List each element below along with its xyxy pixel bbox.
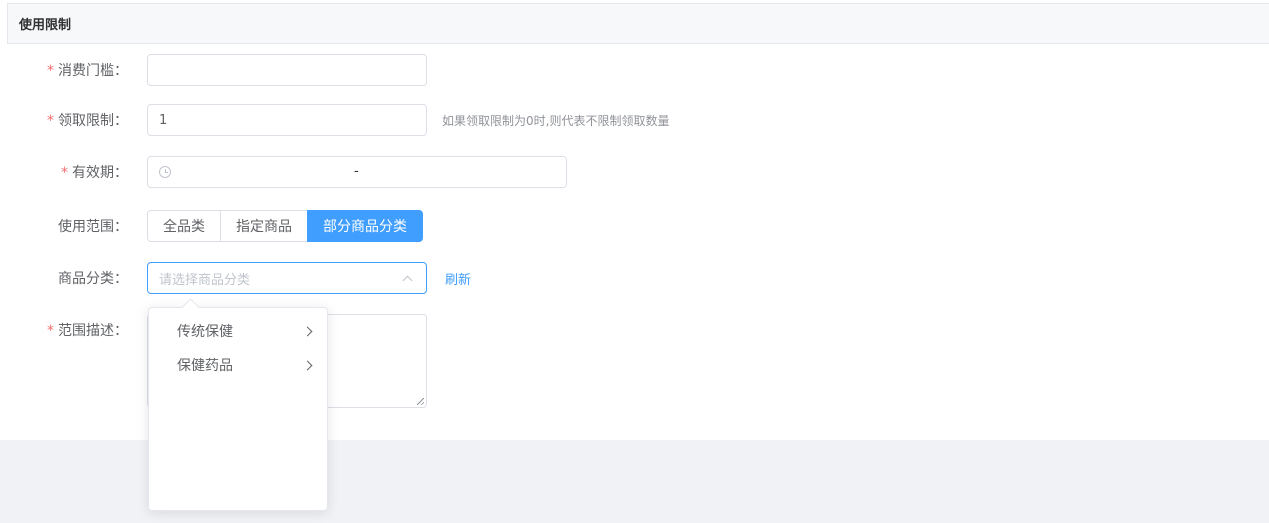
category-label: 商品分类： (58, 271, 128, 287)
scope-row: 使用范围： 全品类 指定商品 部分商品分类 (0, 210, 423, 242)
refresh-link[interactable]: 刷新 (445, 269, 471, 288)
scope-option-products[interactable]: 指定商品 (220, 210, 308, 242)
required-mark: * (47, 113, 54, 129)
scope-label: 使用范围： (58, 219, 128, 235)
claim-limit-row: * 领取限制： 1 如果领取限制为0时,则代表不限制领取数量 (0, 104, 669, 136)
category-placeholder: 请选择商品分类 (159, 272, 251, 288)
claim-limit-label: * 领取限制： (47, 113, 128, 129)
scope-desc-row: * 范围描述： (0, 314, 136, 346)
scope-desc-label: * 范围描述： (47, 323, 128, 339)
chevron-right-icon (302, 326, 313, 336)
required-mark: * (47, 63, 54, 79)
category-row: 商品分类： 请选择商品分类 刷新 (0, 262, 471, 294)
chevron-up-icon (402, 275, 413, 285)
section-title: 使用限制 (19, 18, 72, 33)
date-range-separator: - (354, 164, 359, 179)
section-header: 使用限制 (7, 3, 1269, 44)
resize-handle-icon[interactable] (417, 398, 424, 405)
claim-limit-input[interactable]: 1 (147, 104, 427, 136)
scope-radio-group: 全品类 指定商品 部分商品分类 (147, 210, 423, 242)
threshold-input[interactable] (147, 54, 427, 86)
category-cascader[interactable]: 请选择商品分类 (147, 262, 427, 294)
threshold-row: * 消费门槛： (0, 54, 427, 86)
clock-icon (159, 166, 171, 178)
claim-limit-hint: 如果领取限制为0时,则代表不限制领取数量 (442, 113, 670, 128)
category-dropdown: 传统保健 保健药品 (148, 307, 328, 511)
category-option[interactable]: 保健药品 (149, 348, 327, 382)
validity-row: * 有效期： - (0, 156, 567, 188)
required-mark: * (61, 165, 68, 181)
required-mark: * (47, 323, 54, 339)
threshold-label: * 消费门槛： (47, 63, 128, 79)
scope-option-categories[interactable]: 部分商品分类 (307, 210, 423, 242)
chevron-right-icon (302, 360, 313, 370)
category-option[interactable]: 传统保健 (149, 314, 327, 348)
validity-label: * 有效期： (61, 165, 128, 181)
validity-date-range-picker[interactable]: - (147, 156, 567, 188)
scope-option-all[interactable]: 全品类 (147, 210, 221, 242)
